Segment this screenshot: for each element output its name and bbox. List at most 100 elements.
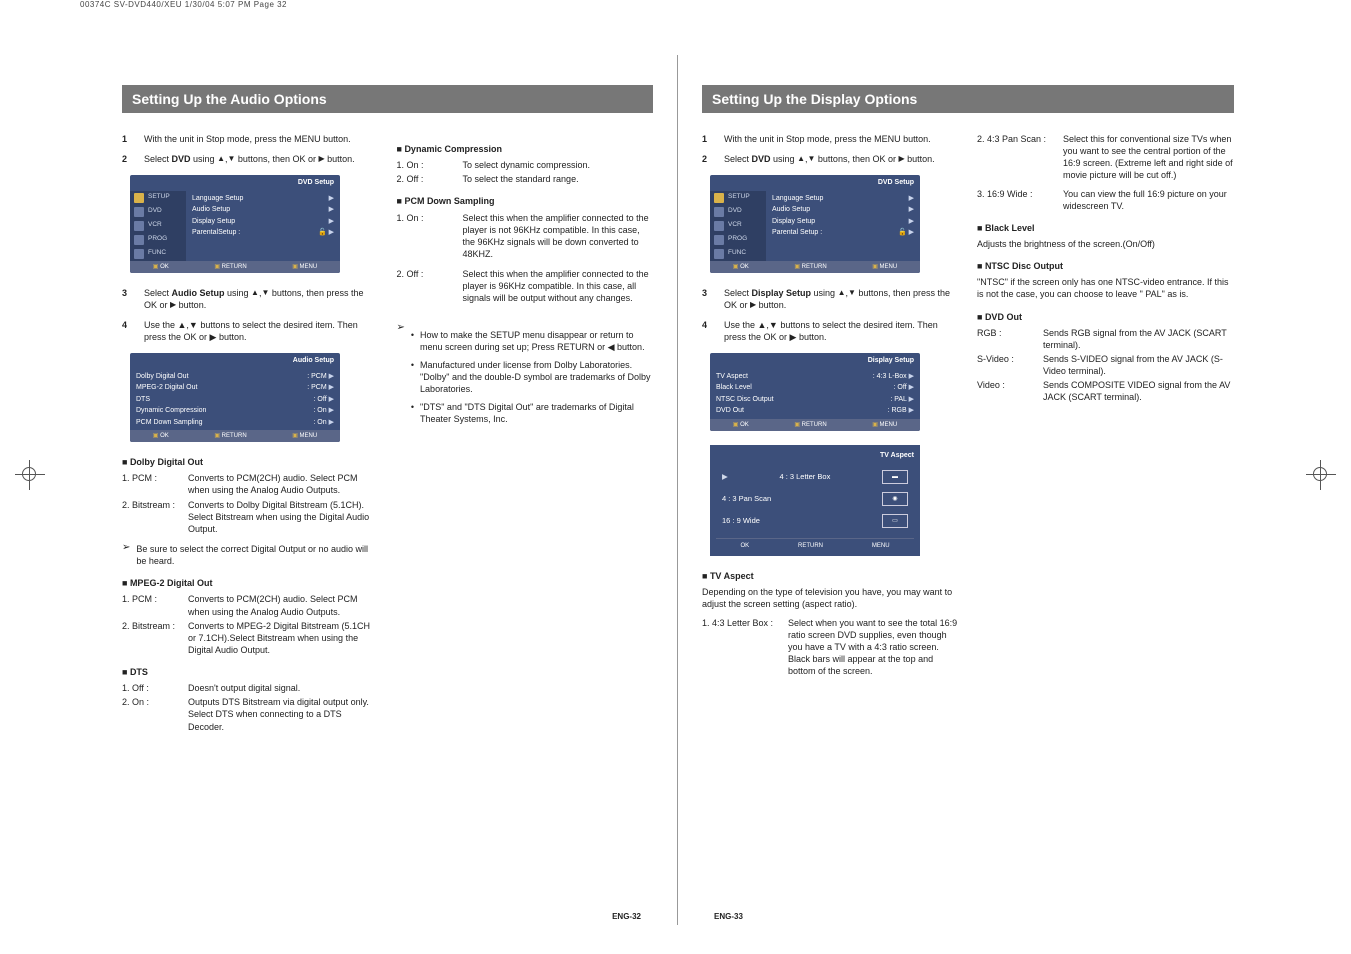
osd-footer-btn: OK: [733, 421, 749, 429]
item-value: Converts to PCM(2CH) audio. Select PCM w…: [188, 472, 379, 496]
func-icon: [134, 249, 144, 259]
letterbox-icon: ▬: [882, 470, 908, 484]
tape-icon: [714, 221, 724, 231]
gear-icon: [714, 193, 724, 203]
osd-row: MPEG-2 Digital Out: PCM ▶: [134, 382, 336, 393]
item-value: You can view the full 16:9 picture on yo…: [1063, 188, 1234, 212]
item-value: Sends S-VIDEO signal from the AV JACK (S…: [1043, 353, 1234, 377]
sub-heading: Dynamic Compression: [397, 143, 654, 155]
right-page-col-1: 1 With the unit in Stop mode, press the …: [702, 133, 959, 679]
osd-footer-btn: RETURN: [798, 542, 823, 550]
arrow-icon: ▶: [329, 396, 334, 403]
osd-row: Language Setup▶: [770, 193, 916, 204]
item-key: 1. On :: [397, 212, 457, 261]
arrow-icon: ▶: [329, 194, 334, 203]
item-key: 1. PCM :: [122, 593, 182, 617]
arrow-icon: ▶: [909, 384, 914, 391]
osd-footer-btn: RETURN: [794, 263, 826, 271]
step-num: 2: [702, 153, 714, 165]
step-text: Select DVD using ▲,▼ buttons, then OK or…: [724, 153, 959, 165]
osd-title: TV Aspect: [716, 451, 914, 460]
osd-sidebar-item: DVD: [710, 205, 766, 219]
gear-icon: [134, 193, 144, 203]
paragraph: "NTSC" if the screen only has one NTSC-v…: [977, 276, 1234, 300]
sub-heading: PCM Down Sampling: [397, 195, 654, 207]
item-key: 2. 4:3 Pan Scan :: [977, 133, 1057, 182]
page-right: Setting Up the Display Options 1 With th…: [678, 55, 1258, 925]
item-value: Doesn't output digital signal.: [188, 682, 379, 694]
osd-row: TV Aspect: 4:3 L-Box ▶: [714, 371, 916, 382]
paragraph: Adjusts the brightness of the screen.(On…: [977, 238, 1234, 250]
osd-screenshot-dvd-setup: DVD Setup SETUP DVD VCR PROG FUNC Langua…: [710, 175, 920, 273]
item-value: Converts to Dolby Digital Bitstream (5.1…: [188, 499, 379, 535]
sub-heading: NTSC Disc Output: [977, 260, 1234, 272]
item-key: 1. Off :: [122, 682, 182, 694]
item-key: 1. On :: [397, 159, 457, 171]
right-page-col-2: 2. 4:3 Pan Scan :Select this for convent…: [977, 133, 1234, 679]
step-text: With the unit in Stop mode, press the ME…: [144, 133, 379, 145]
osd-title: Audio Setup: [130, 353, 340, 368]
item-key: 2. On :: [122, 696, 182, 732]
arrow-icon: ▶: [329, 373, 334, 380]
disc-icon: [134, 207, 144, 217]
osd-footer-btn: MENU: [292, 263, 317, 271]
item-key: Video :: [977, 379, 1037, 403]
sub-heading: Black Level: [977, 222, 1234, 234]
arrow-icon: ▶: [909, 205, 914, 214]
osd-row: Display Setup▶: [190, 216, 336, 227]
osd-footer-btn: MENU: [292, 432, 317, 440]
osd-option: 4 : 3 Pan Scan◉: [716, 488, 914, 510]
item-value: Sends RGB signal from the AV JACK (SCART…: [1043, 327, 1234, 351]
step-text: Select Display Setup using ▲,▼ buttons, …: [724, 287, 959, 311]
osd-row: DVD Out: RGB ▶: [714, 405, 916, 416]
item-key: 2. Bitstream :: [122, 620, 182, 656]
lock-icon: 🔓: [898, 229, 907, 236]
left-page-col-1: 1 With the unit in Stop mode, press the …: [122, 133, 379, 735]
osd-title: DVD Setup: [710, 175, 920, 190]
note-arrow-icon: ➢: [122, 543, 130, 567]
osd-title: Display Setup: [710, 353, 920, 368]
registration-mark-left: [15, 460, 45, 490]
left-page-col-2: Dynamic Compression 1. On : To select dyn…: [397, 133, 654, 735]
arrow-icon: ▶: [909, 217, 914, 226]
sub-heading: Dolby Digital Out: [122, 456, 379, 468]
sub-heading: DTS: [122, 666, 379, 678]
osd-footer-btn: MENU: [872, 542, 890, 550]
note-arrow-icon: ➢: [397, 323, 405, 426]
item-key: 2. Off :: [397, 173, 457, 185]
page-number: ENG-33: [714, 912, 743, 921]
registration-mark-right: [1306, 460, 1336, 490]
item-key: 2. Off :: [397, 268, 457, 304]
step-text: With the unit in Stop mode, press the ME…: [724, 133, 959, 145]
osd-row: Dolby Digital Out: PCM ▶: [134, 371, 336, 382]
osd-screenshot-display-setup: Display Setup TV Aspect: 4:3 L-Box ▶ Bla…: [710, 353, 920, 430]
osd-sidebar-item: SETUP: [130, 191, 186, 205]
item-key: S-Video :: [977, 353, 1037, 377]
osd-sidebar-item: SETUP: [710, 191, 766, 205]
arrow-icon: ▶: [329, 217, 334, 226]
osd-sidebar-item: FUNC: [710, 247, 766, 261]
step-num: 4: [122, 319, 134, 343]
step-text: Select DVD using ▲,▼ buttons, then OK or…: [144, 153, 379, 165]
disc-icon: [714, 207, 724, 217]
osd-sidebar-item: PROG: [710, 233, 766, 247]
arrow-icon: ▶: [909, 407, 914, 414]
section-title-left: Setting Up the Audio Options: [122, 85, 653, 113]
panscan-icon: ◉: [882, 492, 908, 506]
arrow-icon: ▶: [909, 373, 914, 380]
arrow-icon: ▶: [909, 229, 914, 236]
item-value: Select this for conventional size TVs wh…: [1063, 133, 1234, 182]
osd-row: Dynamic Compression: On ▶: [134, 405, 336, 416]
osd-row: Audio Setup▶: [190, 204, 336, 215]
arrow-icon: ▶: [329, 384, 334, 391]
osd-sidebar-item: FUNC: [130, 247, 186, 261]
item-key: RGB :: [977, 327, 1037, 351]
note-bullet: Manufactured under license from Dolby La…: [411, 359, 653, 395]
osd-row: Display Setup▶: [770, 216, 916, 227]
item-value: To select dynamic compression.: [463, 159, 654, 171]
print-header: 00374C SV-DVD440/XEU 1/30/04 5:07 PM Pag…: [80, 0, 287, 9]
step-text: Use the ▲,▼ buttons to select the desire…: [724, 319, 959, 343]
item-value: Select this when the amplifier connected…: [463, 212, 654, 261]
osd-footer-btn: RETURN: [214, 432, 246, 440]
osd-row: ParentalSetup :🔓 ▶: [190, 227, 336, 238]
